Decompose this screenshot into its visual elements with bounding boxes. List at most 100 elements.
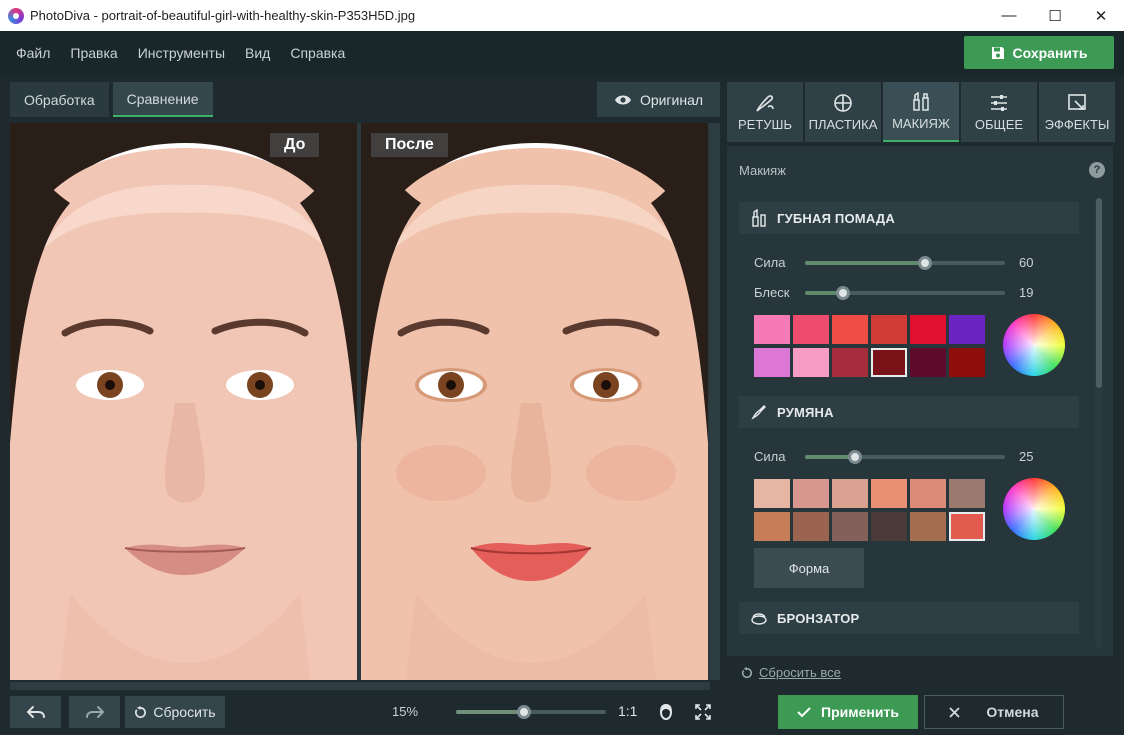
zoom-percent: 15% <box>392 704 419 719</box>
lipstick-strength-handle[interactable] <box>918 256 932 270</box>
color-swatch[interactable] <box>910 479 946 508</box>
after-label: После <box>371 133 448 157</box>
lipstick-gloss-label: Блеск <box>754 285 790 300</box>
color-swatch[interactable] <box>871 348 907 377</box>
lipstick-gloss-handle[interactable] <box>836 286 850 300</box>
color-swatch[interactable] <box>871 479 907 508</box>
fullscreen-icon <box>695 704 711 720</box>
color-swatch[interactable] <box>793 315 829 344</box>
tab-makeup-label: МАКИЯЖ <box>892 115 950 131</box>
reset-icon <box>741 666 753 678</box>
blush-section-header[interactable]: РУМЯНА <box>739 396 1079 428</box>
canvas-vertical-scrollbar[interactable] <box>710 123 720 680</box>
blush-strength-value: 25 <box>1019 449 1034 464</box>
lipstick-strength-slider[interactable] <box>805 256 1005 270</box>
reset-button[interactable]: Сбросить <box>125 696 225 728</box>
bronzer-icon <box>751 613 767 625</box>
color-swatch[interactable] <box>754 512 790 541</box>
redo-icon <box>85 706 104 718</box>
color-swatch[interactable] <box>793 479 829 508</box>
history-controls <box>10 696 120 728</box>
color-swatch[interactable] <box>832 315 868 344</box>
color-swatch[interactable] <box>754 348 790 377</box>
canvas-horizontal-scrollbar[interactable] <box>10 682 710 690</box>
cancel-button[interactable]: Отмена <box>924 695 1064 729</box>
lipstick-title: ГУБНАЯ ПОМАДА <box>777 210 895 226</box>
menu-edit[interactable]: Правка <box>70 45 117 61</box>
menu-bar: Файл Правка Инструменты Вид Справка Сохр… <box>0 31 1124 75</box>
color-swatch[interactable] <box>949 479 985 508</box>
color-swatch[interactable] <box>871 512 907 541</box>
actual-size-button[interactable]: 1:1 <box>618 703 637 719</box>
color-swatch[interactable] <box>832 479 868 508</box>
blush-strength-handle[interactable] <box>848 450 862 464</box>
undo-button[interactable] <box>10 696 61 728</box>
help-icon[interactable]: ? <box>1089 162 1105 178</box>
photo-canvas[interactable]: До После <box>10 123 720 680</box>
color-swatch[interactable] <box>832 348 868 377</box>
brush-icon <box>751 405 766 420</box>
panel-title: Макияж <box>739 163 786 178</box>
color-swatch[interactable] <box>754 479 790 508</box>
lipstick-icon <box>752 209 766 227</box>
reset-button-label: Сбросить <box>153 704 216 720</box>
redo-button[interactable] <box>69 696 120 728</box>
lipstick-section-header[interactable]: ГУБНАЯ ПОМАДА <box>739 202 1079 234</box>
menu-tools[interactable]: Инструменты <box>138 45 225 61</box>
apply-button[interactable]: Применить <box>778 695 918 729</box>
reset-all-link[interactable]: Сбросить все <box>741 665 841 680</box>
before-label: До <box>270 133 320 157</box>
zoom-slider-handle[interactable] <box>516 705 531 719</box>
reset-icon <box>135 705 147 718</box>
tab-plastic[interactable]: ПЛАСТИКА <box>805 82 881 142</box>
save-button-label: Сохранить <box>1012 44 1088 61</box>
minimize-button[interactable]: — <box>986 0 1032 31</box>
face-detect-button[interactable] <box>656 702 676 722</box>
color-swatch[interactable] <box>949 512 985 541</box>
close-button[interactable]: ✕ <box>1078 0 1124 31</box>
panel-scrollbar-thumb[interactable] <box>1096 198 1102 388</box>
bronzer-section-header[interactable]: БРОНЗАТОР <box>739 602 1079 634</box>
blush-shape-button[interactable]: Форма <box>754 548 864 588</box>
color-swatch[interactable] <box>793 348 829 377</box>
tab-comparison[interactable]: Сравнение <box>112 82 213 117</box>
close-icon <box>949 706 961 718</box>
tab-effects[interactable]: ЭФФЕКТЫ <box>1039 82 1115 142</box>
color-swatch[interactable] <box>910 512 946 541</box>
reset-all-label: Сбросить все <box>759 665 841 680</box>
tab-makeup[interactable]: МАКИЯЖ <box>883 82 959 142</box>
window-title: PhotoDiva - portrait-of-beautiful-girl-w… <box>30 8 416 23</box>
color-swatch[interactable] <box>871 315 907 344</box>
original-button[interactable]: Оригинал <box>597 82 720 117</box>
color-swatch[interactable] <box>910 348 946 377</box>
floppy-disk-icon <box>991 46 1004 59</box>
blush-strength-slider[interactable] <box>805 450 1005 464</box>
color-swatch[interactable] <box>754 315 790 344</box>
zoom-slider[interactable] <box>456 705 606 719</box>
tab-processing[interactable]: Обработка <box>10 82 109 117</box>
menu-view[interactable]: Вид <box>245 45 270 61</box>
lipstick-color-wheel-icon[interactable] <box>1003 314 1065 376</box>
portrait-after-image <box>361 123 708 680</box>
bronzer-title: БРОНЗАТОР <box>777 610 860 626</box>
tab-general[interactable]: ОБЩЕЕ <box>961 82 1037 142</box>
color-swatch[interactable] <box>910 315 946 344</box>
menu-file[interactable]: Файл <box>16 45 50 61</box>
save-button[interactable]: Сохранить <box>964 36 1114 69</box>
color-swatch[interactable] <box>949 348 985 377</box>
color-swatch[interactable] <box>832 512 868 541</box>
tab-retouch[interactable]: РЕТУШЬ <box>727 82 803 142</box>
fullscreen-button[interactable] <box>693 702 713 722</box>
after-photo: После <box>361 123 708 680</box>
color-swatch[interactable] <box>949 315 985 344</box>
undo-icon <box>26 706 45 718</box>
lipstick-gloss-slider[interactable] <box>805 286 1005 300</box>
blush-color-wheel-icon[interactable] <box>1003 478 1065 540</box>
eye-icon <box>614 95 631 104</box>
panel-scrollbar[interactable] <box>1095 198 1103 648</box>
before-photo: До <box>10 123 357 680</box>
maximize-button[interactable]: ☐ <box>1032 0 1078 31</box>
menu-help[interactable]: Справка <box>290 45 345 61</box>
color-swatch[interactable] <box>793 512 829 541</box>
face-icon <box>660 704 672 720</box>
